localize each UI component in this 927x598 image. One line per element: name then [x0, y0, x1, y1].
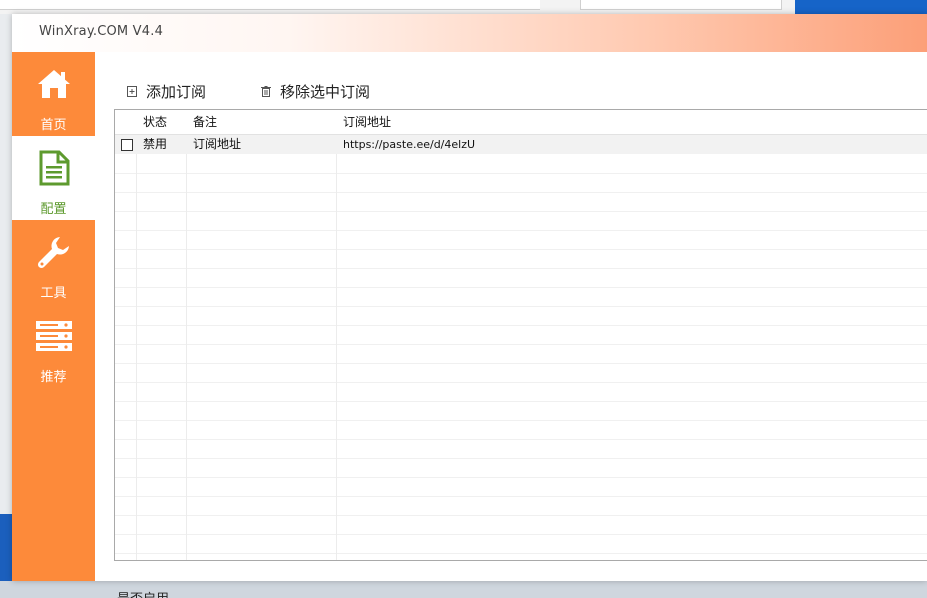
column-divider	[186, 110, 187, 560]
sidebar-item-tools[interactable]: 工具	[12, 220, 95, 304]
main-content: 添加订阅 移除选中订阅 状态 备注 订阅地址 禁用 订阅地址 https://p…	[95, 52, 927, 598]
column-divider	[136, 110, 137, 560]
add-subscription-label: 添加订阅	[146, 82, 207, 101]
sidebar-item-label: 配置	[40, 202, 67, 217]
row-divider	[115, 211, 927, 212]
row-status: 禁用	[143, 137, 168, 151]
row-divider	[115, 496, 927, 497]
wrench-icon	[37, 237, 69, 269]
sidebar-item-label: 工具	[40, 286, 67, 301]
sidebar-item-label: 推荐	[40, 370, 67, 385]
row-divider	[115, 344, 927, 345]
row-divider	[115, 230, 927, 231]
row-divider	[115, 249, 927, 250]
row-divider	[115, 268, 927, 269]
background-window-field-2	[580, 0, 782, 10]
sidebar-item-recommend[interactable]: 推荐	[12, 304, 95, 388]
row-remark: 订阅地址	[193, 137, 242, 151]
column-header-url[interactable]: 订阅地址	[337, 110, 927, 134]
table-row[interactable]: 禁用 订阅地址 https://paste.ee/d/4elzU	[115, 135, 927, 154]
home-icon	[38, 70, 70, 98]
sidebar-item-label: 首页	[40, 118, 67, 133]
row-divider	[115, 192, 927, 193]
document-icon	[39, 150, 70, 186]
row-url: https://paste.ee/d/4elzU	[343, 138, 476, 151]
row-divider	[115, 401, 927, 402]
row-divider	[115, 287, 927, 288]
row-divider	[115, 515, 927, 516]
row-divider	[115, 439, 927, 440]
table-header: 状态 备注 订阅地址	[115, 110, 927, 135]
desktop-left-window	[0, 14, 12, 514]
background-window-field	[0, 0, 540, 10]
app-window: WinXray.COM V4.4 首页 配置 工具 推荐 添加订阅 移除选中订阅…	[12, 14, 927, 598]
subscription-table: 状态 备注 订阅地址 禁用 订阅地址 https://paste.ee/d/4e…	[114, 109, 927, 561]
add-subscription-button[interactable]: 添加订阅	[127, 80, 206, 102]
window-title: WinXray.COM V4.4	[39, 24, 164, 39]
title-bar[interactable]: WinXray.COM V4.4	[12, 14, 927, 52]
desktop-blue-area	[795, 0, 927, 14]
column-header-remark[interactable]: 备注	[187, 110, 337, 134]
row-divider	[115, 382, 927, 383]
row-divider	[115, 477, 927, 478]
row-divider	[115, 363, 927, 364]
sidebar: 首页 配置 工具 推荐	[12, 52, 95, 581]
column-divider	[336, 110, 337, 560]
row-divider	[115, 173, 927, 174]
row-select-checkbox[interactable]	[121, 139, 133, 151]
row-divider	[115, 534, 927, 535]
sidebar-item-home[interactable]: 首页	[12, 52, 95, 136]
remove-subscription-button[interactable]: 移除选中订阅	[261, 80, 370, 102]
row-divider	[115, 553, 927, 554]
column-header-status[interactable]: 状态	[137, 110, 187, 134]
trash-icon	[261, 85, 271, 97]
server-icon	[36, 321, 72, 351]
sidebar-item-config[interactable]: 配置	[12, 136, 95, 220]
row-divider	[115, 306, 927, 307]
enable-option-label: 是否启用	[117, 588, 169, 598]
row-divider	[115, 420, 927, 421]
remove-subscription-label: 移除选中订阅	[280, 82, 371, 101]
add-icon	[127, 85, 137, 97]
row-divider	[115, 325, 927, 326]
row-divider	[115, 458, 927, 459]
